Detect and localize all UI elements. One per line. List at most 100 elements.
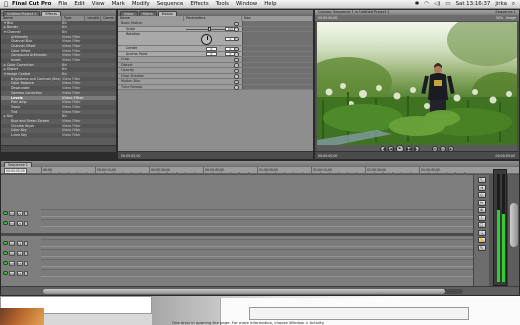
track-lock-icon[interactable]: [24, 260, 28, 266]
keyframe-graph[interactable]: [242, 46, 313, 51]
menu-modify[interactable]: Modify: [132, 1, 150, 7]
track-lane[interactable]: [41, 209, 473, 217]
zoom-tool-icon[interactable]: 🔍: [477, 229, 486, 236]
keyframe-graph[interactable]: [242, 32, 313, 45]
track-lock-icon[interactable]: [24, 270, 28, 276]
reset-button[interactable]: [234, 74, 239, 79]
zoom-popup[interactable]: 50%: [496, 16, 503, 20]
keyframe-button[interactable]: [234, 27, 239, 32]
track-lane[interactable]: [41, 239, 473, 247]
track-lock-icon[interactable]: [24, 250, 28, 256]
dest-track-label[interactable]: V1: [16, 220, 23, 226]
wifi-icon[interactable]: ◠: [424, 1, 429, 7]
slip-tool-icon[interactable]: ⊕: [477, 207, 486, 213]
source-track-label[interactable]: V1: [9, 220, 15, 226]
dest-track-label[interactable]: A4: [16, 270, 23, 276]
track-lock-icon[interactable]: [24, 240, 28, 246]
spotlight-icon[interactable]: ⌕: [512, 1, 515, 8]
track-lane[interactable]: [41, 259, 473, 267]
track-visibility-toggle[interactable]: [3, 220, 8, 226]
reset-button[interactable]: [234, 63, 239, 68]
menu-help[interactable]: Help: [264, 1, 276, 7]
menu-edit[interactable]: Edit: [74, 1, 84, 7]
rotation-control[interactable]: 0: [184, 32, 236, 45]
menu-mark[interactable]: Mark: [112, 1, 125, 7]
track-visibility-toggle[interactable]: [3, 260, 8, 266]
menu-sequence[interactable]: Sequence: [157, 1, 184, 7]
source-track-label[interactable]: A4: [9, 270, 15, 276]
video-audio-divider[interactable]: [1, 233, 473, 236]
keyframe-graph[interactable]: [242, 84, 313, 89]
menu-view[interactable]: View: [92, 1, 105, 7]
canvas-duration[interactable]: 00:00:00;00: [318, 16, 337, 20]
keyframe-button[interactable]: [234, 36, 239, 41]
scale-slider[interactable]: 100: [184, 27, 236, 32]
reset-button[interactable]: [234, 85, 239, 90]
source-track-label[interactable]: V2: [9, 210, 15, 216]
scroll-thumb[interactable]: [510, 203, 518, 247]
motion-section-row[interactable]: Time Remap: [118, 84, 313, 90]
app-menu[interactable]: Final Cut Pro: [12, 1, 51, 7]
keyframe-graph[interactable]: [242, 21, 313, 26]
menu-clock[interactable]: Sat 13:16:37: [456, 1, 491, 7]
keyframe-graph[interactable]: [242, 73, 313, 78]
keyframe-button[interactable]: [234, 52, 239, 57]
reset-button[interactable]: [234, 21, 239, 26]
hand-tool-icon[interactable]: ✋: [477, 237, 486, 243]
track-lock-icon[interactable]: [24, 220, 28, 226]
dest-track-label[interactable]: A1: [16, 240, 23, 246]
center-control[interactable]: 0 0: [184, 46, 236, 51]
volume-icon[interactable]: ◁): [434, 1, 440, 7]
viewer-timecode[interactable]: 00:00:00;00: [121, 154, 140, 158]
track-visibility-toggle[interactable]: [3, 270, 8, 276]
selection-tool-icon[interactable]: ↖: [477, 177, 486, 183]
reset-button[interactable]: [234, 79, 239, 84]
track-select-tool-icon[interactable]: ⇥: [477, 184, 486, 191]
rotation-dial[interactable]: [201, 33, 212, 45]
anchor-x-field[interactable]: 0: [206, 52, 217, 57]
current-timecode[interactable]: 00:00:00;00: [4, 168, 27, 174]
battery-icon[interactable]: ▭: [445, 1, 450, 7]
crop-tool-icon[interactable]: ▢: [477, 222, 486, 228]
slider-thumb[interactable]: [208, 27, 211, 32]
track-lock-icon[interactable]: [24, 210, 28, 216]
timeline-ruler[interactable]: 00:00:00;00 00:00 00:00:15;00 00:00:30;00 0…: [1, 167, 519, 174]
effect-row[interactable]: Luma Key Video Filter: [1, 133, 116, 138]
razor-tool-icon[interactable]: ✂: [477, 199, 486, 206]
timeline-vertical-scrollbar[interactable]: [507, 175, 519, 288]
menu-tools[interactable]: Tools: [216, 1, 229, 7]
track-visibility-toggle[interactable]: [3, 240, 8, 246]
view-popup[interactable]: Image: [506, 16, 516, 20]
menu-user[interactable]: jirka: [495, 1, 507, 7]
dest-track-label[interactable]: A2: [16, 250, 23, 256]
menu-file[interactable]: File: [58, 1, 67, 7]
dest-track-label[interactable]: A3: [16, 260, 23, 266]
canvas-timecode-right[interactable]: 00:00:00;00: [496, 152, 515, 159]
track-lane[interactable]: [41, 269, 473, 277]
pen-tool-icon[interactable]: ⌇: [477, 214, 486, 221]
anchor-control[interactable]: 0 0: [184, 52, 236, 57]
keyframe-button[interactable]: [234, 46, 239, 51]
track-lane[interactable]: [41, 219, 473, 227]
source-track-label[interactable]: A3: [9, 260, 15, 266]
keyframe-graph[interactable]: [242, 57, 313, 62]
reset-button[interactable]: [234, 68, 239, 73]
canvas-timecode-left[interactable]: 00:00:00;00: [318, 154, 337, 158]
keyframe-graph[interactable]: [242, 26, 313, 31]
scroll-thumb[interactable]: [43, 289, 445, 294]
timeline-horizontal-scrollbar[interactable]: [43, 289, 463, 294]
keyframe-graph[interactable]: [242, 79, 313, 84]
menu-window[interactable]: Window: [236, 1, 257, 7]
source-track-label[interactable]: A1: [9, 240, 15, 246]
keyframe-graph[interactable]: [242, 68, 313, 73]
canvas-tab[interactable]: Sequence 1: [495, 10, 519, 15]
apple-menu-icon[interactable]: : [0, 1, 12, 8]
dest-track-label[interactable]: V2: [16, 210, 23, 216]
center-x-field[interactable]: 0: [206, 46, 217, 51]
menu-effects[interactable]: Effects: [190, 1, 208, 7]
roll-edit-tool-icon[interactable]: ◇: [477, 192, 486, 198]
keyframe-graph[interactable]: [242, 51, 313, 56]
canvas-video-frame[interactable]: [317, 22, 517, 145]
source-track-label[interactable]: A2: [9, 250, 15, 256]
track-visibility-toggle[interactable]: [3, 210, 8, 216]
